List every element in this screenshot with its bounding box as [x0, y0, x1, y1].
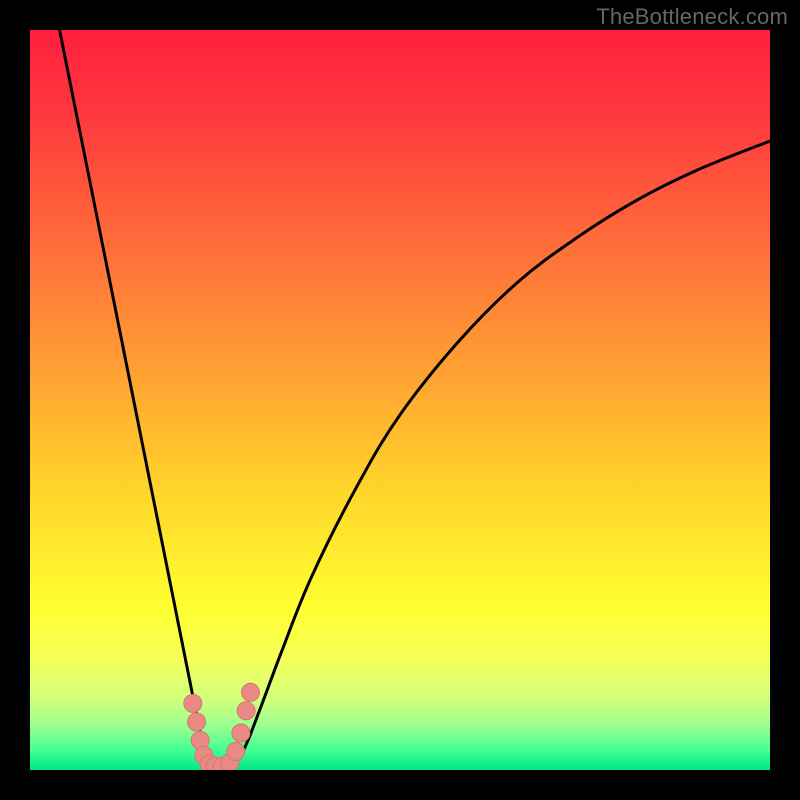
- watermark-label: TheBottleneck.com: [596, 4, 788, 30]
- frame: TheBottleneck.com: [0, 0, 800, 800]
- background-gradient: [30, 30, 770, 770]
- plot-area: [30, 30, 770, 770]
